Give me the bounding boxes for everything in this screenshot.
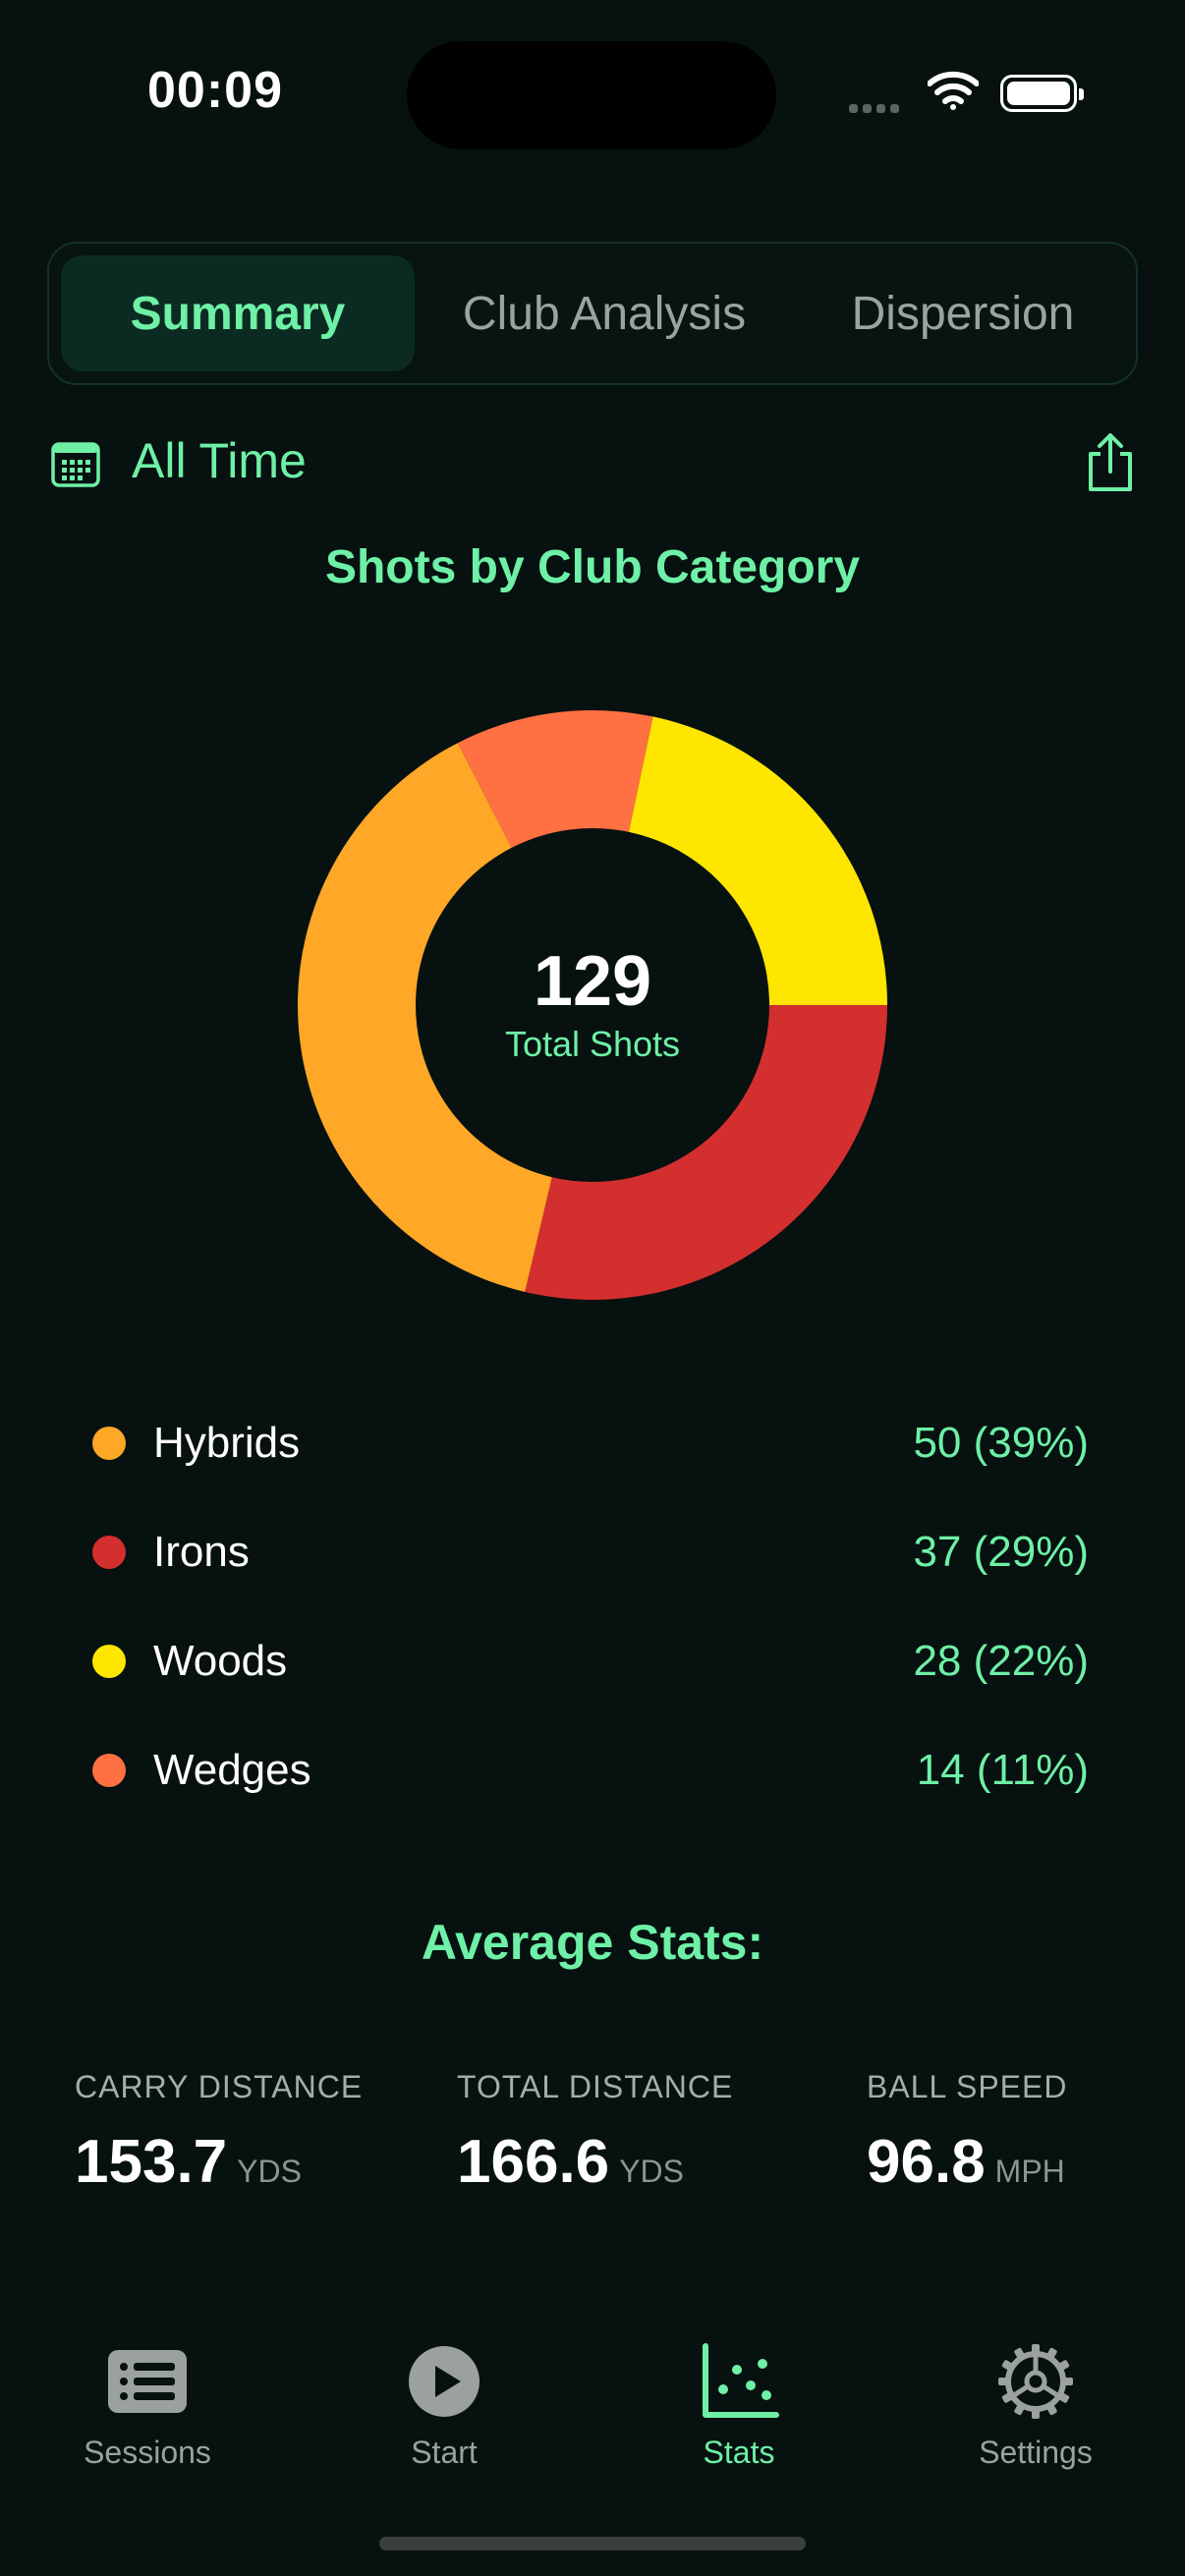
tab-label: Sessions xyxy=(84,2435,211,2470)
legend-value: 28 (22%) xyxy=(913,1637,1089,1685)
legend-label: Hybrids xyxy=(153,1419,301,1467)
cellular-signal-icon xyxy=(849,100,904,118)
legend-dot xyxy=(92,1754,126,1787)
tab-bar-settings[interactable]: Settings xyxy=(908,2340,1163,2471)
tab-label: Start xyxy=(411,2435,478,2470)
tab-label: Settings xyxy=(979,2435,1093,2470)
tab-dispersion[interactable]: Dispersion xyxy=(796,255,1130,371)
date-filter-label[interactable]: All Time xyxy=(132,432,307,489)
legend-value: 50 (39%) xyxy=(913,1419,1089,1467)
stat-total-distance: TOTAL DISTANCE 166.6 YDS xyxy=(457,2069,733,2197)
stat-value: 153.7 xyxy=(75,2128,228,2196)
legend-item: Irons 37 (29%) xyxy=(92,1522,1089,1581)
legend-item: Hybrids 50 (39%) xyxy=(92,1413,1089,1472)
total-shots-label: Total Shots xyxy=(504,1024,681,1064)
average-stats-title: Average Stats: xyxy=(421,1915,764,1970)
stat-label: CARRY DISTANCE xyxy=(75,2069,364,2104)
wifi-icon xyxy=(928,71,979,110)
tab-club-analysis[interactable]: Club Analysis xyxy=(432,255,776,371)
tab-bar-sessions[interactable]: Sessions xyxy=(20,2340,275,2471)
segmented-control: Summary Club Analysis Dispersion xyxy=(47,242,1138,385)
dynamic-island xyxy=(407,41,776,149)
list-icon xyxy=(108,2350,187,2413)
share-icon[interactable] xyxy=(1085,432,1136,493)
stat-label: TOTAL DISTANCE xyxy=(457,2069,734,2104)
stat-unit: MPH xyxy=(994,2154,1065,2189)
legend-dot xyxy=(92,1427,126,1460)
play-icon xyxy=(409,2346,480,2417)
stat-unit: YDS xyxy=(619,2154,684,2189)
tab-bar-start[interactable]: Start xyxy=(316,2340,572,2471)
stat-label: BALL SPEED xyxy=(867,2069,1068,2104)
tab-label: Stats xyxy=(703,2435,775,2470)
stat-ball-speed: BALL SPEED 96.8 MPH xyxy=(867,2069,1067,2197)
legend-value: 37 (29%) xyxy=(913,1528,1089,1576)
scatter-chart-icon xyxy=(703,2343,779,2418)
legend-item: Woods 28 (22%) xyxy=(92,1631,1089,1690)
legend-value: 14 (11%) xyxy=(916,1746,1089,1794)
stat-unit: YDS xyxy=(237,2154,302,2189)
status-time: 00:09 xyxy=(147,62,283,119)
tab-summary[interactable]: Summary xyxy=(61,255,415,371)
stat-carry-distance: CARRY DISTANCE 153.7 YDS xyxy=(75,2069,363,2197)
legend-dot xyxy=(92,1645,126,1678)
stat-value: 166.6 xyxy=(457,2128,610,2196)
home-indicator xyxy=(379,2537,806,2550)
legend-label: Woods xyxy=(153,1637,288,1685)
chart-title: Shots by Club Category xyxy=(324,541,861,593)
legend-dot xyxy=(92,1536,126,1569)
gear-icon xyxy=(998,2344,1073,2419)
tab-bar-stats[interactable]: Stats xyxy=(611,2340,867,2471)
stat-value: 96.8 xyxy=(867,2128,986,2196)
legend-label: Wedges xyxy=(153,1746,311,1794)
calendar-icon[interactable] xyxy=(51,440,100,487)
total-shots-value: 129 xyxy=(533,942,652,1021)
legend-item: Wedges 14 (11%) xyxy=(92,1740,1089,1799)
battery-icon xyxy=(1000,75,1084,112)
legend-label: Irons xyxy=(153,1528,250,1576)
